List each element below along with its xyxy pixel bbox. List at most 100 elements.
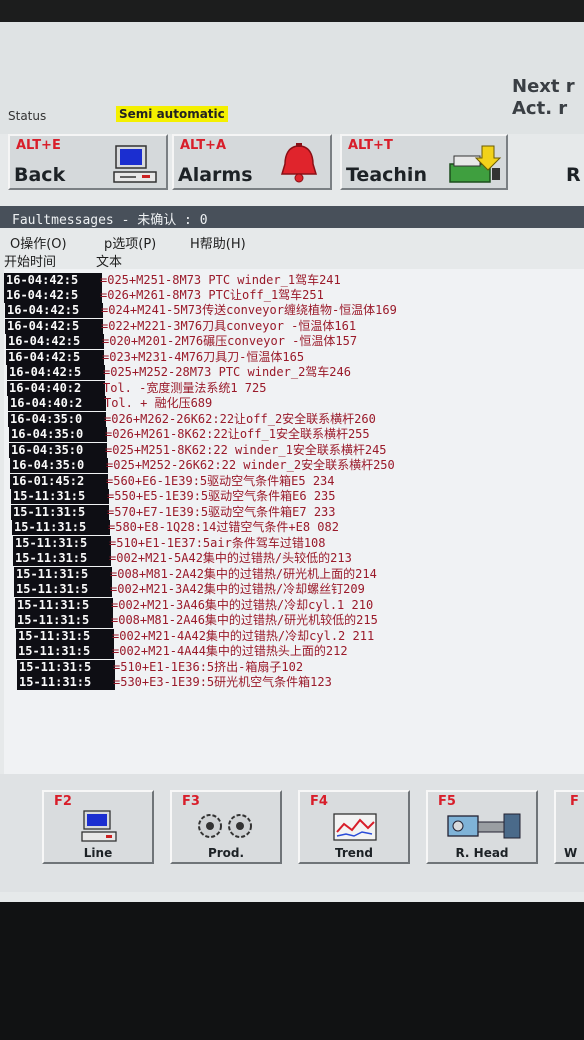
fault-panel-title: Faultmessages - 未确认 : 0: [12, 213, 208, 228]
row-text: =550+E5-1E39:5驱动空气条件箱E6 235: [107, 489, 336, 503]
row-time: 16-04:40:2: [7, 381, 105, 396]
row-text: =002+M21-3A46集中的过错热/冷却cyl.1 210: [111, 598, 374, 612]
row-text: =560+E6-1E39:5驱动空气条件箱E5 234: [106, 474, 335, 488]
row-time: 16-01:45:2: [10, 474, 108, 489]
line-button[interactable]: F2 Line: [42, 790, 154, 864]
row-text: =025+M251-8K62:22 winder_1安全联系横杆245: [105, 443, 387, 457]
row-time: 16-04:42:5: [6, 334, 104, 349]
status-label: Status: [8, 109, 47, 123]
row-text: =002+M21-3A42集中的过错热/冷却螺丝钉209: [110, 582, 365, 596]
row-time: 15-11:31:5: [15, 613, 113, 628]
row-time: 16-04:42:5: [7, 365, 105, 380]
menu-item-options[interactable]: p选项(P): [104, 233, 156, 252]
row-text: =008+M81-2A46集中的过错热/研光机较低的215: [111, 613, 378, 627]
row-time: 16-04:35:0: [8, 412, 106, 427]
trend-button[interactable]: F4 Trend: [298, 790, 410, 864]
row-text: =025+M251-8M73 PTC winder_1驾车241: [100, 273, 341, 287]
row-time: 15-11:31:5: [13, 551, 111, 566]
partial-button-label: W: [564, 846, 578, 860]
row-time: 15-11:31:5: [11, 489, 109, 504]
prod-button-label: Prod.: [207, 846, 245, 860]
row-text: =026+M261-8K62:22让off_1安全联系横杆255: [105, 427, 370, 441]
row-time: 16-04:35:0: [9, 443, 107, 458]
alarms-button-label: Alarms: [178, 164, 253, 186]
row-time: 15-11:31:5: [13, 536, 111, 551]
f-key-label: F4: [310, 794, 328, 809]
row-time: 15-11:31:5: [17, 660, 115, 675]
row-text: =580+E8-1Q28:14过错空气条件+E8 082: [108, 520, 339, 534]
row-time: 15-11:31:5: [12, 520, 110, 535]
row-text: =570+E7-1E39:5驱动空气条件箱E7 233: [107, 505, 336, 519]
row-text: =020+M201-2M76碾压conveyor -恒温体157: [102, 334, 358, 348]
f-key-label: F3: [182, 794, 200, 809]
row-text: =025+M252-26K62:22 winder_2安全联系横杆250: [106, 458, 395, 472]
row-time: 15-11:31:5: [17, 675, 115, 690]
alt-key-label: ALT+E: [16, 138, 61, 153]
row-time: 15-11:31:5: [11, 505, 109, 520]
row-text: =002+M21-4A42集中的过错热/冷却cyl.2 211: [112, 629, 375, 643]
f-key-label: F2: [54, 794, 72, 809]
row-text: =024+M241-5M73传送conveyor缠绕植物-恒温体169: [101, 303, 397, 317]
back-button-label: Back: [14, 164, 66, 186]
partial-function-button[interactable]: F W: [554, 790, 584, 864]
row-time: 16-04:35:0: [10, 458, 108, 473]
teachin-button[interactable]: ALT+T Teachin: [340, 134, 508, 190]
trend-button-label: Trend: [334, 846, 374, 860]
row-text: =530+E3-1E39:5研光机空气条件箱123: [113, 675, 332, 689]
row-time: 16-04:35:0: [9, 427, 107, 442]
bell-icon: [280, 143, 318, 183]
fault-message-list[interactable]: 16-04:42:5 =025+M251-8M73 PTC winder_1驾车2…: [4, 269, 584, 799]
row-text: =008+M81-2A42集中的过错热/研光机上面的214: [110, 567, 377, 581]
row-time: 16-04:42:5: [5, 303, 103, 318]
back-button[interactable]: ALT+E Back: [8, 134, 168, 190]
function-key-bar: F2 Line F3 Prod. F4 Trend F5 R. Head F W: [0, 774, 584, 892]
row-text: =025+M252-28M73 PTC winder_2驾车246: [103, 365, 351, 379]
row-time: 16-04:42:5: [5, 319, 103, 334]
alt-key-label: ALT+A: [180, 138, 227, 153]
rhead-button-label: R. Head: [455, 846, 509, 860]
machine-head-icon: [447, 813, 521, 839]
column-start-time[interactable]: 开始时间: [4, 251, 56, 270]
teach-icon: [449, 145, 502, 183]
monitor-bezel-bottom: [0, 902, 584, 1040]
column-text[interactable]: 文本: [96, 251, 122, 270]
row-time: 15-11:31:5: [16, 644, 114, 659]
menu-item-operation[interactable]: O操作(O): [10, 233, 67, 252]
row-text: =022+M221-3M76刀具conveyor -恒温体161: [101, 319, 357, 333]
row-text: =026+M261-8M73 PTC让off_1驾车251: [100, 288, 324, 302]
row-time: 15-11:31:5: [14, 582, 112, 597]
fault-menu-bar: O操作(O) p选项(P) H帮助(H): [0, 230, 584, 252]
row-text: Tol. -宽度测量法系统1 725: [103, 381, 267, 395]
next-label: Next r: [512, 76, 575, 97]
row-time: 16-04:42:5: [6, 350, 104, 365]
row-time: 15-11:31:5: [14, 567, 112, 582]
row-time: 15-11:31:5: [16, 629, 114, 644]
prod-button[interactable]: F3 Prod.: [170, 790, 282, 864]
row-text: =026+M262-26K62:22让off_2安全联系横杆260: [104, 412, 376, 426]
row-time: 16-04:42:5: [4, 273, 102, 288]
mode-badge: Semi automatic: [116, 106, 228, 122]
gears-icon: [198, 814, 252, 838]
act-label: Act. r: [512, 98, 568, 119]
alarms-button[interactable]: ALT+A Alarms: [172, 134, 332, 190]
row-time: 15-11:31:5: [15, 598, 113, 613]
right-edge-fragment: R: [566, 164, 581, 186]
f-key-label: F: [570, 794, 579, 809]
monitor-bezel-top: [0, 0, 584, 22]
hmi-screen: Next r Act. r Status Semi automatic ALT+…: [0, 22, 584, 902]
line-button-label: Line: [83, 846, 113, 860]
trend-chart-icon: [333, 813, 377, 841]
row-text: =510+E1-1E37:5air条件驾车过错108: [109, 536, 326, 550]
row-time: 16-04:40:2: [8, 396, 106, 411]
row-time: 16-04:42:5: [4, 288, 102, 303]
row-text: =002+M21-4A44集中的过错热头上面的212: [112, 644, 348, 658]
alt-key-label: ALT+T: [348, 138, 393, 153]
menu-item-help[interactable]: H帮助(H): [190, 233, 246, 252]
row-text: =510+E1-1E36:5挤出-箱扇子102: [113, 660, 304, 674]
row-text: Tol. + 融化压689: [104, 396, 213, 410]
rhead-button[interactable]: F5 R. Head: [426, 790, 538, 864]
row-text: =002+M21-5A42集中的过错热/头较低的213: [109, 551, 352, 565]
fault-panel-title-bar: Faultmessages - 未确认 : 0: [0, 206, 584, 228]
line-monitor-icon: [81, 810, 117, 842]
monitor-icon: [113, 145, 157, 183]
